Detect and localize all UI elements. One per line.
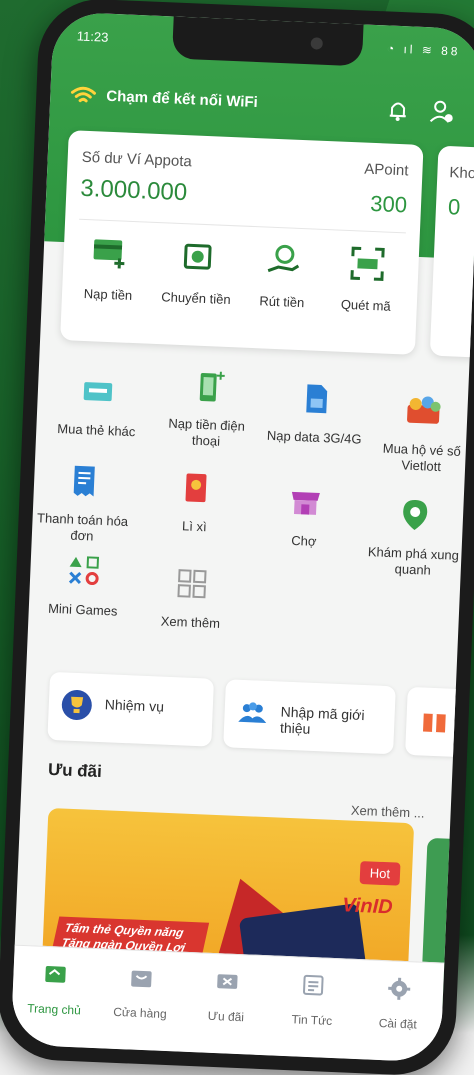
wallet-card: Số dư Ví Appota 3.000.000 APoint 300 Nạp… — [60, 130, 424, 355]
bottom-tab-bar: Trang chủ Cửa hàng Ưu đãi Tin Tức Cài đặ… — [10, 944, 445, 1063]
store-icon — [131, 970, 152, 988]
news-icon — [303, 974, 324, 996]
apoint-value: 300 — [369, 190, 408, 218]
service-phone-topup[interactable]: Nạp tiền điện thoại — [156, 366, 259, 451]
lottery-icon — [407, 396, 441, 424]
side-card[interactable]: Kho 0 — [429, 145, 474, 359]
phone-notch — [171, 16, 364, 67]
service-label: Nạp data 3G/4G — [266, 427, 362, 447]
sim-data-icon — [306, 384, 328, 414]
gift-icon — [423, 713, 446, 733]
missions-label: Nhiệm vụ — [104, 696, 165, 715]
withdraw-button[interactable]: Rút tiền — [242, 240, 325, 311]
offers-title: Ưu đãi — [47, 759, 103, 782]
apoint-label: APoint — [363, 160, 409, 180]
card-icon — [83, 382, 113, 402]
service-label: Mini Games — [47, 600, 118, 619]
hot-badge: Hot — [359, 861, 401, 886]
service-market[interactable]: Chợ — [254, 482, 357, 551]
service-more[interactable]: Xem thêm — [140, 564, 243, 633]
location-icon — [403, 500, 428, 531]
wifi-icon — [70, 86, 96, 103]
side-card-label: Kho — [449, 164, 474, 183]
tab-label: Ưu đãi — [207, 1008, 245, 1025]
service-label: Nạp tiền điện thoại — [168, 415, 246, 449]
tab-offers[interactable]: Ưu đãi — [188, 967, 266, 1025]
missions-pill[interactable]: Nhiệm vụ — [47, 671, 215, 747]
app-screen: 11:23 ◔ ıl ≋ 88 Chạm để kết nối WiFi Số … — [10, 11, 474, 1063]
service-buy-card[interactable]: Mua thẻ khác — [46, 372, 149, 441]
service-bill[interactable]: Thanh toán hóa đơn — [32, 461, 135, 546]
tab-news[interactable]: Tin Tức — [274, 971, 352, 1029]
side-card-value: 0 — [447, 194, 461, 220]
tab-settings[interactable]: Cài đặt — [359, 974, 437, 1032]
tab-store[interactable]: Cửa hàng — [102, 963, 180, 1021]
transfer-button[interactable]: Chuyển tiền — [156, 236, 239, 307]
deposit-icon — [93, 239, 125, 269]
tab-home[interactable]: Trang chủ — [16, 960, 94, 1018]
tab-label: Tin Tức — [291, 1012, 333, 1028]
service-label: Lì xì — [181, 518, 207, 535]
service-label: Xem thêm — [160, 613, 221, 631]
games-icon — [68, 556, 100, 586]
user-icon[interactable] — [427, 97, 456, 126]
status-time: 11:23 — [76, 28, 109, 45]
scan-button[interactable]: Quét mã — [326, 243, 409, 314]
phone-frame: 11:23 ◔ ıl ≋ 88 Chạm để kết nối WiFi Số … — [0, 0, 474, 1075]
deposit-button[interactable]: Nạp tiền — [68, 232, 151, 303]
service-label: Thanh toán hóa đơn — [36, 510, 129, 544]
wifi-connect-row[interactable]: Chạm để kết nối WiFi — [70, 82, 461, 128]
status-icons: ◔ ıl ≋ 88 — [386, 41, 461, 59]
bell-icon[interactable] — [383, 95, 412, 124]
referral-icon — [238, 702, 267, 723]
grid-more-icon — [177, 569, 207, 599]
withdraw-label: Rút tiền — [259, 293, 305, 311]
service-label: Mua thẻ khác — [57, 420, 136, 440]
referral-pill[interactable]: Nhập mã giới thiệu — [223, 679, 396, 755]
wifi-text: Chạm để kết nối WiFi — [105, 87, 259, 112]
wallet-divider — [79, 218, 406, 234]
bill-icon — [73, 465, 95, 497]
service-data-topup[interactable]: Nạp data 3G/4G — [264, 379, 367, 448]
service-label: Khám phá xung quanh — [367, 544, 460, 578]
wallet-balance-value: 3.000.000 — [79, 174, 188, 207]
tab-label: Cài đặt — [378, 1015, 418, 1032]
service-lixi[interactable]: Lì xì — [144, 468, 247, 537]
service-label: Chợ — [291, 532, 317, 549]
market-icon — [291, 491, 320, 515]
gear-icon — [388, 977, 411, 1000]
vinid-logo: VinID — [341, 894, 394, 919]
service-explore[interactable]: Khám phá xung quanh — [362, 495, 465, 580]
withdraw-icon — [267, 244, 300, 273]
home-icon — [45, 966, 66, 983]
service-minigames[interactable]: Mini Games — [33, 551, 136, 620]
scan-icon — [350, 246, 385, 281]
referral-label: Nhập mã giới thiệu — [279, 703, 365, 737]
tab-label: Trang chủ — [26, 1001, 82, 1018]
phone-topup-icon — [199, 371, 225, 402]
deposit-label: Nạp tiền — [83, 285, 133, 303]
transfer-label: Chuyển tiền — [160, 289, 231, 308]
ticket-icon — [217, 974, 238, 989]
service-lottery[interactable]: Mua hộ vé số Vietlott — [371, 391, 474, 476]
trophy-icon — [61, 690, 92, 721]
tab-label: Cửa hàng — [113, 1004, 167, 1022]
service-label: Mua hộ vé số Vietlott — [382, 440, 462, 475]
extra-pill[interactable] — [405, 686, 474, 759]
red-envelope-icon — [185, 473, 207, 503]
transfer-icon — [183, 243, 212, 270]
scan-label: Quét mã — [340, 296, 392, 314]
offers-see-more[interactable]: Xem thêm ... — [351, 803, 425, 821]
wallet-balance-label: Số dư Ví Appota — [81, 148, 193, 171]
